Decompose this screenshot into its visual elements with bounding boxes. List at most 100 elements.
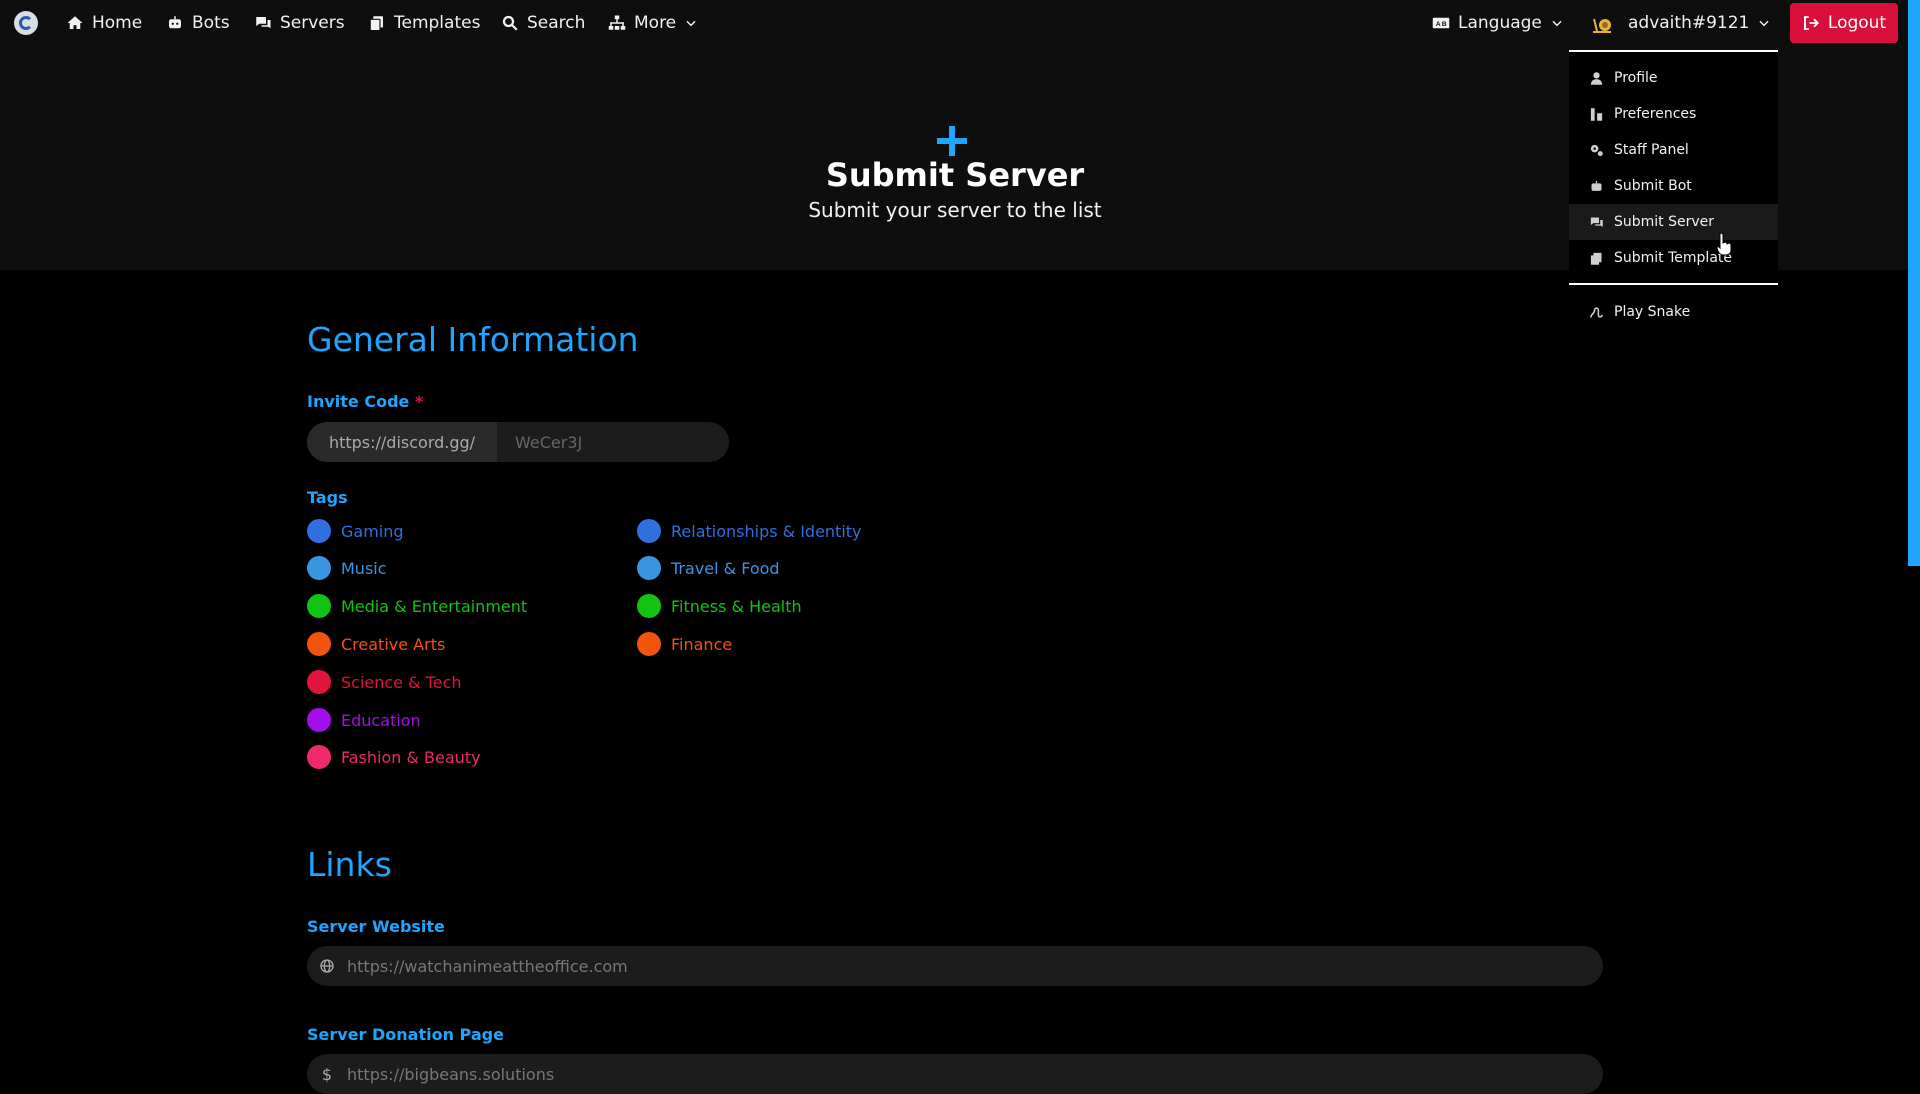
server-website-placeholder: https://watchanimeattheoffice.com — [347, 956, 628, 976]
sign-out-icon — [1803, 16, 1819, 30]
svg-text:A: A — [1436, 21, 1441, 28]
tag-label: Fitness & Health — [671, 596, 802, 616]
dropdown-item-submit-bot[interactable]: Submit Bot — [1569, 168, 1778, 204]
tag-option[interactable]: Travel & Food — [637, 556, 780, 580]
dropdown-item-label: Play Snake — [1614, 304, 1691, 320]
language-dropdown[interactable]: AB Language — [1432, 0, 1564, 46]
required-mark: * — [414, 392, 424, 411]
chevron-down-icon — [1759, 20, 1769, 27]
dropdown-item-label: Submit Template — [1614, 250, 1732, 266]
tag-checkbox[interactable] — [307, 519, 331, 543]
user-icon — [1590, 71, 1603, 85]
tag-label: Gaming — [341, 521, 404, 541]
mouse-cursor-icon — [1716, 232, 1732, 256]
tag-option[interactable]: Music — [307, 556, 387, 580]
dropdown-item-play-snake[interactable]: Play Snake — [1569, 294, 1778, 330]
invite-code-label-text: Invite Code — [307, 392, 410, 411]
nav-templates[interactable]: Templates — [368, 0, 480, 46]
username-label: advaith#9121 — [1628, 13, 1750, 33]
dropdown-item-label: Submit Server — [1614, 214, 1715, 230]
site-logo[interactable] — [14, 11, 38, 35]
server-donation-placeholder: https://bigbeans.solutions — [347, 1064, 555, 1084]
tag-checkbox[interactable] — [307, 745, 331, 769]
server-donation-label: Server Donation Page — [307, 1025, 504, 1044]
tag-option[interactable]: Education — [307, 708, 421, 732]
nav-search-label: Search — [527, 13, 586, 33]
server-website-input[interactable]: https://watchanimeattheoffice.com — [307, 946, 1603, 986]
snail-avatar-icon — [1593, 18, 1611, 33]
page-scrollbar[interactable] — [1908, 0, 1920, 566]
nav-bots[interactable]: Bots — [166, 0, 230, 46]
copy-icon — [1590, 252, 1602, 265]
language-label: Language — [1458, 13, 1542, 33]
tag-label: Finance — [671, 634, 733, 654]
nav-servers[interactable]: Servers — [254, 0, 345, 46]
svg-text:B: B — [1442, 21, 1447, 28]
tag-option[interactable]: Fashion & Beauty — [307, 745, 481, 769]
nav-more-dropdown[interactable]: More — [608, 0, 698, 46]
tag-checkbox[interactable] — [307, 632, 331, 656]
tag-checkbox[interactable] — [637, 632, 661, 656]
tag-option[interactable]: Media & Entertainment — [307, 594, 527, 618]
globe-icon — [307, 958, 347, 974]
nav-search[interactable]: Search — [501, 0, 585, 46]
dropdown-divider — [1569, 283, 1778, 285]
nav-home-label: Home — [92, 13, 143, 33]
sitemap-icon — [608, 15, 626, 30]
tag-option[interactable]: Gaming — [307, 519, 404, 543]
dropdown-item-label: Preferences — [1614, 106, 1697, 122]
server-website-label: Server Website — [307, 917, 445, 936]
nav-servers-label: Servers — [280, 13, 345, 33]
copy-icon — [369, 16, 383, 32]
dropdown-item-submit-server[interactable]: Submit Server — [1569, 204, 1778, 240]
nav-bots-label: Bots — [192, 13, 230, 33]
invite-code-label: Invite Code * — [307, 392, 423, 411]
dropdown-item-label: Submit Bot — [1614, 178, 1692, 194]
tag-option[interactable]: Creative Arts — [307, 632, 445, 656]
chevron-down-icon — [686, 20, 696, 27]
top-navbar: Home Bots Servers Templates Search More … — [0, 0, 1920, 46]
tag-checkbox[interactable] — [637, 519, 661, 543]
tag-label: Travel & Food — [671, 558, 780, 578]
tag-checkbox[interactable] — [307, 670, 331, 694]
gears-icon — [1590, 144, 1603, 156]
tag-checkbox[interactable] — [307, 594, 331, 618]
tag-option[interactable]: Relationships & Identity — [637, 519, 862, 543]
dropdown-item-preferences[interactable]: Preferences — [1569, 96, 1778, 132]
tag-checkbox[interactable] — [307, 708, 331, 732]
comments-icon — [255, 17, 271, 29]
snake-icon — [1590, 306, 1603, 318]
dropdown-item-label: Profile — [1614, 70, 1658, 86]
tag-label: Fashion & Beauty — [341, 747, 481, 767]
invite-code-input[interactable]: WeCer3J — [497, 422, 729, 462]
logout-label: Logout — [1827, 13, 1887, 33]
tag-label: Music — [341, 558, 387, 578]
robot-icon — [169, 16, 181, 29]
server-donation-input[interactable]: $ https://bigbeans.solutions — [307, 1054, 1603, 1094]
tag-option[interactable]: Fitness & Health — [637, 594, 802, 618]
logout-button[interactable]: Logout — [1790, 3, 1898, 43]
language-icon: AB — [1432, 17, 1450, 29]
tag-checkbox[interactable] — [637, 594, 661, 618]
dropdown-item-staff-panel[interactable]: Staff Panel — [1569, 132, 1778, 168]
links-heading: Links — [307, 845, 392, 884]
home-icon — [67, 16, 83, 29]
nav-templates-label: Templates — [394, 13, 481, 33]
dropdown-item-profile[interactable]: Profile — [1569, 60, 1778, 96]
nav-more-label: More — [634, 13, 677, 33]
tag-checkbox[interactable] — [637, 556, 661, 580]
tag-checkbox[interactable] — [307, 556, 331, 580]
robot-icon — [1591, 180, 1602, 191]
chevron-down-icon — [1552, 20, 1562, 27]
invite-code-field: https://discord.gg/ WeCer3J — [307, 422, 729, 462]
plus-icon — [937, 126, 967, 156]
tag-option[interactable]: Science & Tech — [307, 670, 462, 694]
nav-home[interactable]: Home — [66, 0, 142, 46]
tag-label: Media & Entertainment — [341, 596, 528, 616]
dropdown-item-label: Staff Panel — [1614, 142, 1689, 158]
dropdown-item-submit-template[interactable]: Submit Template — [1569, 240, 1778, 276]
user-dropdown-menu: Profile Preferences Staff Panel Submit Bot S… — [1569, 50, 1778, 327]
general-information-heading: General Information — [307, 320, 639, 359]
user-menu-button[interactable]: advaith#9121 — [1590, 0, 1772, 46]
tag-option[interactable]: Finance — [637, 632, 732, 656]
